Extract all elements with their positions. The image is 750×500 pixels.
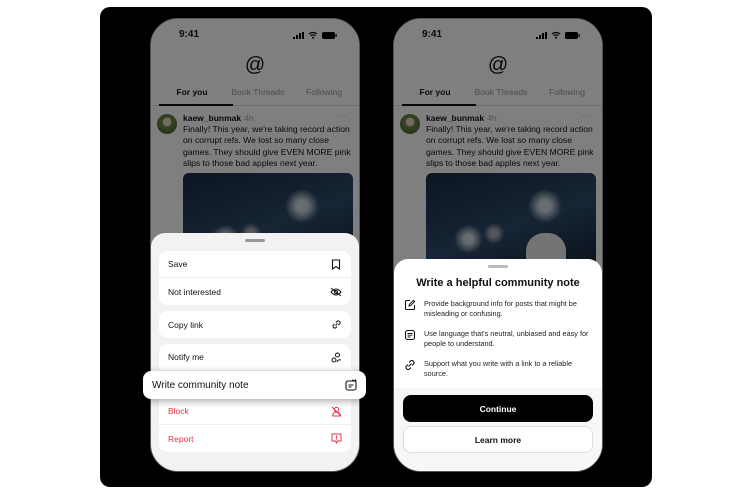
edit-icon [404,299,416,311]
document-icon [404,329,416,341]
bookmark-icon [330,258,342,270]
menu-item-notify-me[interactable]: Notify me [159,344,351,371]
link-icon [330,319,342,331]
drag-handle[interactable] [488,265,508,268]
phone-community-note-sheet: 9:41 @ For you Book Threads Following ka… [393,18,603,472]
report-icon [330,433,342,445]
sheet-title: Write a helpful community note [416,277,580,289]
community-note-icon [345,379,357,391]
action-sheet: Save Not interested Copy link Notify me … [151,233,359,471]
menu-item-copy-link[interactable]: Copy link [159,311,351,338]
tip-item: Support what you write with a link to a … [404,359,590,379]
people-icon [330,351,342,363]
tip-item: Provide background info for posts that m… [404,299,590,319]
tip-item: Use language that's neutral, unbiased an… [404,329,590,349]
menu-item-write-community-note[interactable]: Write community note [143,371,366,399]
menu-item-report[interactable]: Report [159,425,351,452]
community-note-sheet: Write a helpful community note Provide b… [394,259,602,471]
block-user-icon [330,405,342,417]
continue-button[interactable]: Continue [403,395,593,422]
menu-item-save[interactable]: Save [159,251,351,278]
learn-more-button[interactable]: Learn more [403,426,593,453]
phone-action-menu: 9:41 @ For you Book Threads Following ka… [150,18,360,472]
drag-handle[interactable] [245,239,265,242]
menu-item-not-interested[interactable]: Not interested [159,278,351,305]
link-icon [404,359,416,371]
eye-off-icon [330,286,342,298]
menu-item-block[interactable]: Block [159,398,351,425]
